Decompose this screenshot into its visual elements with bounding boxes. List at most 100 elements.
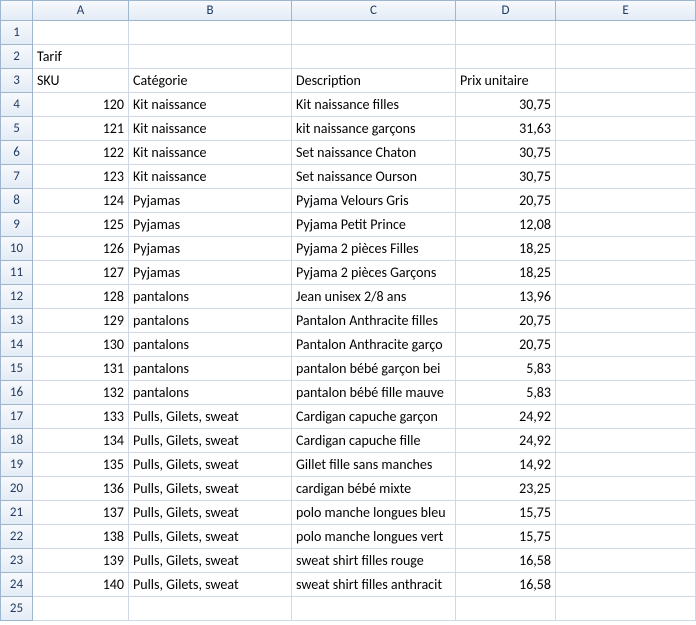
row-header-24[interactable]: 24 xyxy=(1,573,33,597)
cell-empty[interactable] xyxy=(556,213,696,237)
cell-empty[interactable] xyxy=(129,21,292,45)
cell-empty[interactable] xyxy=(556,45,696,69)
row-header-17[interactable]: 17 xyxy=(1,405,33,429)
row-header-13[interactable]: 13 xyxy=(1,309,33,333)
cell-price[interactable]: 18,25 xyxy=(456,237,556,261)
cell-desc[interactable]: Set naissance Chaton xyxy=(292,141,456,165)
cell-empty[interactable] xyxy=(129,45,292,69)
cell-price[interactable]: 30,75 xyxy=(456,141,556,165)
cell-empty[interactable] xyxy=(556,477,696,501)
cell-price[interactable]: 15,75 xyxy=(456,501,556,525)
cell-cat[interactable]: Pulls, Gilets, sweat xyxy=(129,429,292,453)
row-header-16[interactable]: 16 xyxy=(1,381,33,405)
cell-empty[interactable] xyxy=(556,429,696,453)
cell-empty[interactable] xyxy=(556,405,696,429)
cell-empty[interactable] xyxy=(556,309,696,333)
cell-sku[interactable]: 129 xyxy=(33,309,129,333)
cell-price[interactable]: 13,96 xyxy=(456,285,556,309)
cell-sku[interactable]: 130 xyxy=(33,333,129,357)
cell-cat[interactable]: Pulls, Gilets, sweat xyxy=(129,405,292,429)
cell-sku[interactable]: 121 xyxy=(33,117,129,141)
cell-price[interactable]: 20,75 xyxy=(456,189,556,213)
cell-cat[interactable]: Pulls, Gilets, sweat xyxy=(129,549,292,573)
cell-cat[interactable]: Pulls, Gilets, sweat xyxy=(129,453,292,477)
cell-cat[interactable]: Kit naissance xyxy=(129,141,292,165)
cell-price[interactable]: 23,25 xyxy=(456,477,556,501)
cell-price[interactable]: 14,92 xyxy=(456,453,556,477)
cell-price[interactable]: 24,92 xyxy=(456,405,556,429)
cell-desc[interactable]: Pyjama 2 pièces Garçons xyxy=(292,261,456,285)
cell-empty[interactable] xyxy=(556,285,696,309)
cell-sku[interactable]: 132 xyxy=(33,381,129,405)
cell-price[interactable]: 18,25 xyxy=(456,261,556,285)
cell-price[interactable]: 12,08 xyxy=(456,213,556,237)
cell-empty[interactable] xyxy=(556,117,696,141)
cell-desc[interactable]: kit naissance garçons xyxy=(292,117,456,141)
cell-desc[interactable]: Cardigan capuche fille xyxy=(292,429,456,453)
cell-desc[interactable]: pantalon bébé garçon bei xyxy=(292,357,456,381)
cell-cat[interactable]: pantalons xyxy=(129,309,292,333)
row-header-18[interactable]: 18 xyxy=(1,429,33,453)
cell-cat[interactable]: pantalons xyxy=(129,381,292,405)
cell-cat[interactable]: Kit naissance xyxy=(129,165,292,189)
cell-empty[interactable] xyxy=(556,165,696,189)
cell-price[interactable]: 30,75 xyxy=(456,165,556,189)
cell-desc[interactable]: Cardigan capuche garçon xyxy=(292,405,456,429)
cell-price[interactable]: 5,83 xyxy=(456,357,556,381)
header-desc[interactable]: Description xyxy=(292,69,456,93)
cell-cat[interactable]: pantalons xyxy=(129,333,292,357)
cell-empty[interactable] xyxy=(33,21,129,45)
cell-cat[interactable]: Kit naissance xyxy=(129,93,292,117)
row-header-9[interactable]: 9 xyxy=(1,213,33,237)
cell-sku[interactable]: 139 xyxy=(33,549,129,573)
cell-desc[interactable]: polo manche longues bleu xyxy=(292,501,456,525)
cell-desc[interactable]: cardigan bébé mixte xyxy=(292,477,456,501)
spreadsheet-grid[interactable]: ABCDE12Tarif3SKUCatégorieDescriptionPrix… xyxy=(0,0,696,621)
row-header-22[interactable]: 22 xyxy=(1,525,33,549)
cell-empty[interactable] xyxy=(129,597,292,621)
cell-cat[interactable]: pantalons xyxy=(129,285,292,309)
header-price[interactable]: Prix unitaire xyxy=(456,69,556,93)
cell-empty[interactable] xyxy=(556,69,696,93)
row-header-23[interactable]: 23 xyxy=(1,549,33,573)
header-sku[interactable]: SKU xyxy=(33,69,129,93)
col-header-E[interactable]: E xyxy=(556,1,696,21)
row-header-4[interactable]: 4 xyxy=(1,93,33,117)
row-header-12[interactable]: 12 xyxy=(1,285,33,309)
cell-price[interactable]: 16,58 xyxy=(456,549,556,573)
cell-price[interactable]: 31,63 xyxy=(456,117,556,141)
cell-price[interactable]: 30,75 xyxy=(456,93,556,117)
cell-sku[interactable]: 124 xyxy=(33,189,129,213)
cell-sku[interactable]: 127 xyxy=(33,261,129,285)
cell-empty[interactable] xyxy=(556,261,696,285)
cell-sku[interactable]: 120 xyxy=(33,93,129,117)
cell-sku[interactable]: 134 xyxy=(33,429,129,453)
cell-empty[interactable] xyxy=(556,357,696,381)
col-header-C[interactable]: C xyxy=(292,1,456,21)
cell-empty[interactable] xyxy=(556,501,696,525)
row-header-5[interactable]: 5 xyxy=(1,117,33,141)
cell-desc[interactable]: sweat shirt filles anthracit xyxy=(292,573,456,597)
cell-empty[interactable] xyxy=(456,597,556,621)
cell-cat[interactable]: Pulls, Gilets, sweat xyxy=(129,477,292,501)
cell-sku[interactable]: 128 xyxy=(33,285,129,309)
cell-price[interactable]: 24,92 xyxy=(456,429,556,453)
col-header-B[interactable]: B xyxy=(129,1,292,21)
cell-price[interactable]: 20,75 xyxy=(456,333,556,357)
cell-desc[interactable]: polo manche longues vert xyxy=(292,525,456,549)
cell-empty[interactable] xyxy=(33,597,129,621)
cell-sku[interactable]: 138 xyxy=(33,525,129,549)
col-header-A[interactable]: A xyxy=(33,1,129,21)
row-header-10[interactable]: 10 xyxy=(1,237,33,261)
cell-empty[interactable] xyxy=(556,453,696,477)
row-header-1[interactable]: 1 xyxy=(1,21,33,45)
cell-empty[interactable] xyxy=(456,21,556,45)
cell-desc[interactable]: Jean unisex 2/8 ans xyxy=(292,285,456,309)
row-header-3[interactable]: 3 xyxy=(1,69,33,93)
cell-empty[interactable] xyxy=(292,21,456,45)
cell-sku[interactable]: 131 xyxy=(33,357,129,381)
cell-empty[interactable] xyxy=(556,381,696,405)
cell-desc[interactable]: Pantalon Anthracite filles xyxy=(292,309,456,333)
col-header-D[interactable]: D xyxy=(456,1,556,21)
cell-sku[interactable]: 126 xyxy=(33,237,129,261)
